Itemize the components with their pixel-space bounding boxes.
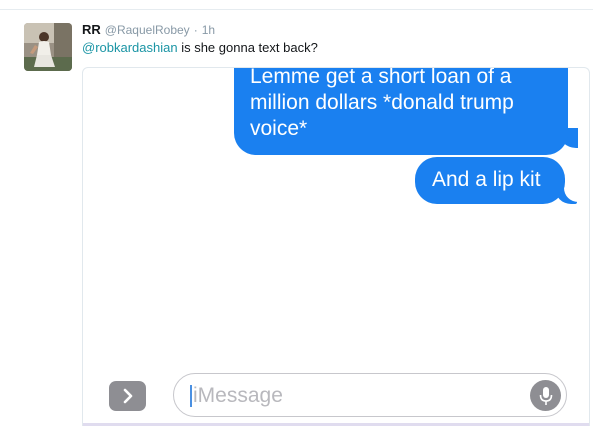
message-text: And a lip kit bbox=[432, 168, 541, 191]
microphone-icon bbox=[539, 386, 552, 405]
tweet-body: is she gonna text back? bbox=[177, 40, 318, 55]
microphone-button[interactable] bbox=[530, 380, 561, 411]
text-cursor bbox=[190, 385, 192, 407]
message-bubble: Lemme get a short loan of a million doll… bbox=[234, 67, 568, 155]
header-separator: · bbox=[193, 23, 198, 37]
message-bubble: And a lip kit bbox=[415, 157, 565, 204]
imessage-input[interactable]: iMessage bbox=[173, 373, 567, 417]
expand-apps-button[interactable] bbox=[109, 381, 146, 411]
chevron-right-icon bbox=[123, 388, 132, 404]
author-handle[interactable]: @RaquelRobey bbox=[105, 23, 190, 37]
mention-link[interactable]: @robkardashian bbox=[82, 40, 178, 55]
tweet-timestamp[interactable]: 1h bbox=[202, 23, 215, 37]
tweet-text: @robkardashian is she gonna text back? bbox=[82, 40, 318, 55]
input-placeholder: iMessage bbox=[193, 384, 283, 407]
tweet-header: RR @RaquelRobey · 1h bbox=[82, 22, 215, 38]
avatar[interactable] bbox=[24, 23, 72, 71]
author-display-name[interactable]: RR bbox=[82, 22, 101, 37]
top-divider bbox=[0, 9, 593, 10]
tweet-media-screenshot[interactable]: Lemme get a short loan of a million doll… bbox=[82, 67, 590, 426]
avatar-image bbox=[24, 23, 72, 71]
message-text: Lemme get a short loan of a million doll… bbox=[250, 67, 514, 140]
